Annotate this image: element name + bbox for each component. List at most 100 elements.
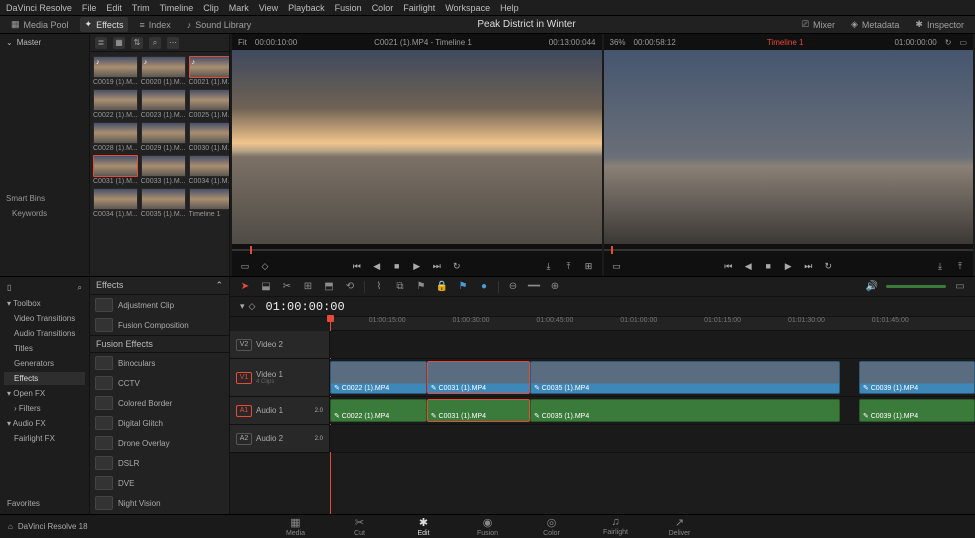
viewer-mode-icon[interactable]: ▭: [610, 259, 624, 273]
home-icon[interactable]: ⌂: [8, 522, 13, 531]
toolbox-header[interactable]: ▾ Toolbox: [4, 297, 85, 310]
filter-icon[interactable]: ⌄: [6, 38, 13, 47]
first-frame-icon[interactable]: ⏮: [350, 259, 364, 273]
audiofx-header[interactable]: ▾ Audio FX: [4, 417, 85, 430]
media-thumb[interactable]: C0029 (1).M...: [141, 122, 186, 152]
fx-fusion-composition[interactable]: Fusion Composition: [90, 315, 229, 335]
metadata-toggle[interactable]: ◈ Metadata: [846, 17, 904, 32]
media-thumb[interactable]: ♪C0020 (1).M...: [141, 56, 186, 86]
sort-icon[interactable]: ⇅: [131, 37, 143, 49]
menu-item[interactable]: Color: [372, 3, 394, 13]
fx-item[interactable]: CCTV: [90, 373, 229, 393]
fx-item[interactable]: Binoculars: [90, 353, 229, 373]
clip[interactable]: ✎ C0022 (1).MP4: [330, 361, 427, 394]
media-thumb[interactable]: C0030 (1).M...: [189, 122, 230, 152]
media-thumb[interactable]: ♪C0021 (1).M...: [189, 56, 230, 86]
loop-icon[interactable]: ↻: [821, 259, 835, 273]
media-thumb[interactable]: C0034 (1).M...: [189, 155, 230, 185]
cat-effects[interactable]: Effects: [4, 372, 85, 385]
track-a1-tag[interactable]: A1: [236, 405, 252, 417]
clip[interactable]: ✎ C0035 (1).MP4: [530, 361, 840, 394]
track-v1-tag[interactable]: V1: [236, 372, 252, 384]
fx-item[interactable]: Drone Overlay: [90, 433, 229, 453]
track-v2-tag[interactable]: V2: [236, 339, 252, 351]
media-thumb[interactable]: C0022 (1).M...: [93, 89, 138, 119]
openfx-header[interactable]: ▾ Open FX: [4, 387, 85, 400]
out-point-icon[interactable]: ⤒: [953, 259, 967, 273]
media-thumb[interactable]: C0031 (1).M...: [93, 155, 138, 185]
sound-library-toggle[interactable]: ♪ Sound Library: [182, 18, 257, 32]
search-icon[interactable]: ⌕: [78, 283, 82, 293]
stop-icon[interactable]: ■: [761, 259, 775, 273]
out-point-icon[interactable]: ⤒: [562, 259, 576, 273]
media-thumb[interactable]: C0033 (1).M...: [141, 155, 186, 185]
snap-icon[interactable]: ⧉: [393, 280, 407, 294]
fx-item[interactable]: Colored Border: [90, 393, 229, 413]
page-fusion[interactable]: ◉Fusion: [468, 516, 508, 537]
stop-icon[interactable]: ■: [390, 259, 404, 273]
menu-item[interactable]: Workspace: [445, 3, 490, 13]
menu-item[interactable]: Fairlight: [403, 3, 435, 13]
thumb-view-icon[interactable]: ▦: [113, 37, 125, 49]
page-media[interactable]: ▦Media: [276, 516, 316, 537]
dim-icon[interactable]: ▭: [953, 280, 967, 294]
menu-item[interactable]: DaVinci Resolve: [6, 3, 72, 13]
overwrite-tool-icon[interactable]: ⬒: [322, 280, 336, 294]
tl-view-icon[interactable]: ◇: [249, 301, 256, 312]
match-frame-icon[interactable]: ◇: [258, 259, 272, 273]
clip[interactable]: ✎ C0031 (1).MP4: [427, 399, 530, 422]
media-thumb[interactable]: Timeline 1: [189, 188, 230, 218]
cat-fairlightfx[interactable]: Fairlight FX: [4, 432, 85, 445]
in-point-icon[interactable]: ⤓: [542, 259, 556, 273]
fx-item[interactable]: Night Vision: [90, 493, 229, 513]
smart-bins-label[interactable]: Smart Bins: [0, 191, 89, 206]
sidebar-master[interactable]: Master: [17, 38, 41, 47]
menu-item[interactable]: Playback: [288, 3, 325, 13]
trim-tool-icon[interactable]: ⬓: [259, 280, 273, 294]
menu-item[interactable]: Mark: [229, 3, 249, 13]
source-clip-name[interactable]: C0021 (1).MP4 - Timeline 1: [374, 38, 472, 47]
program-canvas[interactable]: [604, 50, 974, 244]
blade-tool-icon[interactable]: ✂: [280, 280, 294, 294]
track-v1-lane[interactable]: ✎ C0022 (1).MP4✎ C0031 (1).MP4✎ C0035 (1…: [330, 359, 975, 396]
menu-item[interactable]: Edit: [106, 3, 122, 13]
menu-item[interactable]: Fusion: [335, 3, 362, 13]
panel-collapse-icon[interactable]: ▯: [7, 283, 11, 293]
zoom-out-icon[interactable]: ⊖: [506, 280, 520, 294]
prev-frame-icon[interactable]: ◀: [370, 259, 384, 273]
page-color[interactable]: ◎Color: [532, 516, 572, 537]
overlay-icon[interactable]: ▭: [959, 38, 967, 47]
collapse-icon[interactable]: ⌃: [215, 280, 223, 291]
page-edit[interactable]: ✱Edit: [404, 516, 444, 537]
timeline-timecode[interactable]: 01:00:00:00: [265, 300, 344, 314]
play-icon[interactable]: ▶: [781, 259, 795, 273]
tl-opt-icon[interactable]: ▾: [240, 301, 245, 312]
menu-item[interactable]: Trim: [132, 3, 150, 13]
inspector-toggle[interactable]: ✱ Inspector: [910, 17, 969, 32]
clip[interactable]: ✎ C0035 (1).MP4: [530, 399, 840, 422]
zoom-dropdown[interactable]: 36%: [610, 38, 626, 47]
list-view-icon[interactable]: ≣: [95, 37, 107, 49]
source-scrubber[interactable]: [232, 244, 602, 256]
cat-filters[interactable]: › Filters: [4, 402, 85, 415]
menu-item[interactable]: View: [259, 3, 278, 13]
track-a2-tag[interactable]: A2: [236, 433, 252, 445]
cat-titles[interactable]: Titles: [4, 342, 85, 355]
clip[interactable]: ✎ C0022 (1).MP4: [330, 399, 427, 422]
next-frame-icon[interactable]: ⏭: [430, 259, 444, 273]
media-thumb[interactable]: ♪C0019 (1).M...: [93, 56, 138, 86]
fit-dropdown[interactable]: Fit: [238, 38, 247, 47]
zoom-in-icon[interactable]: ⊕: [548, 280, 562, 294]
loop-icon[interactable]: ↻: [945, 38, 952, 47]
speaker-icon[interactable]: 🔊: [865, 280, 879, 294]
favorites-label[interactable]: Favorites: [4, 497, 85, 510]
filter-dropdown-icon[interactable]: ⋯: [167, 37, 179, 49]
link-icon[interactable]: ⌇: [372, 280, 386, 294]
fx-adjustment-clip[interactable]: Adjustment Clip: [90, 295, 229, 315]
media-thumb[interactable]: C0034 (1).M...: [93, 188, 138, 218]
play-icon[interactable]: ▶: [410, 259, 424, 273]
media-thumb[interactable]: C0028 (1).M...: [93, 122, 138, 152]
viewer-mode-icon[interactable]: ▭: [238, 259, 252, 273]
track-v2-lane[interactable]: [330, 331, 975, 358]
volume-slider[interactable]: [886, 285, 946, 288]
